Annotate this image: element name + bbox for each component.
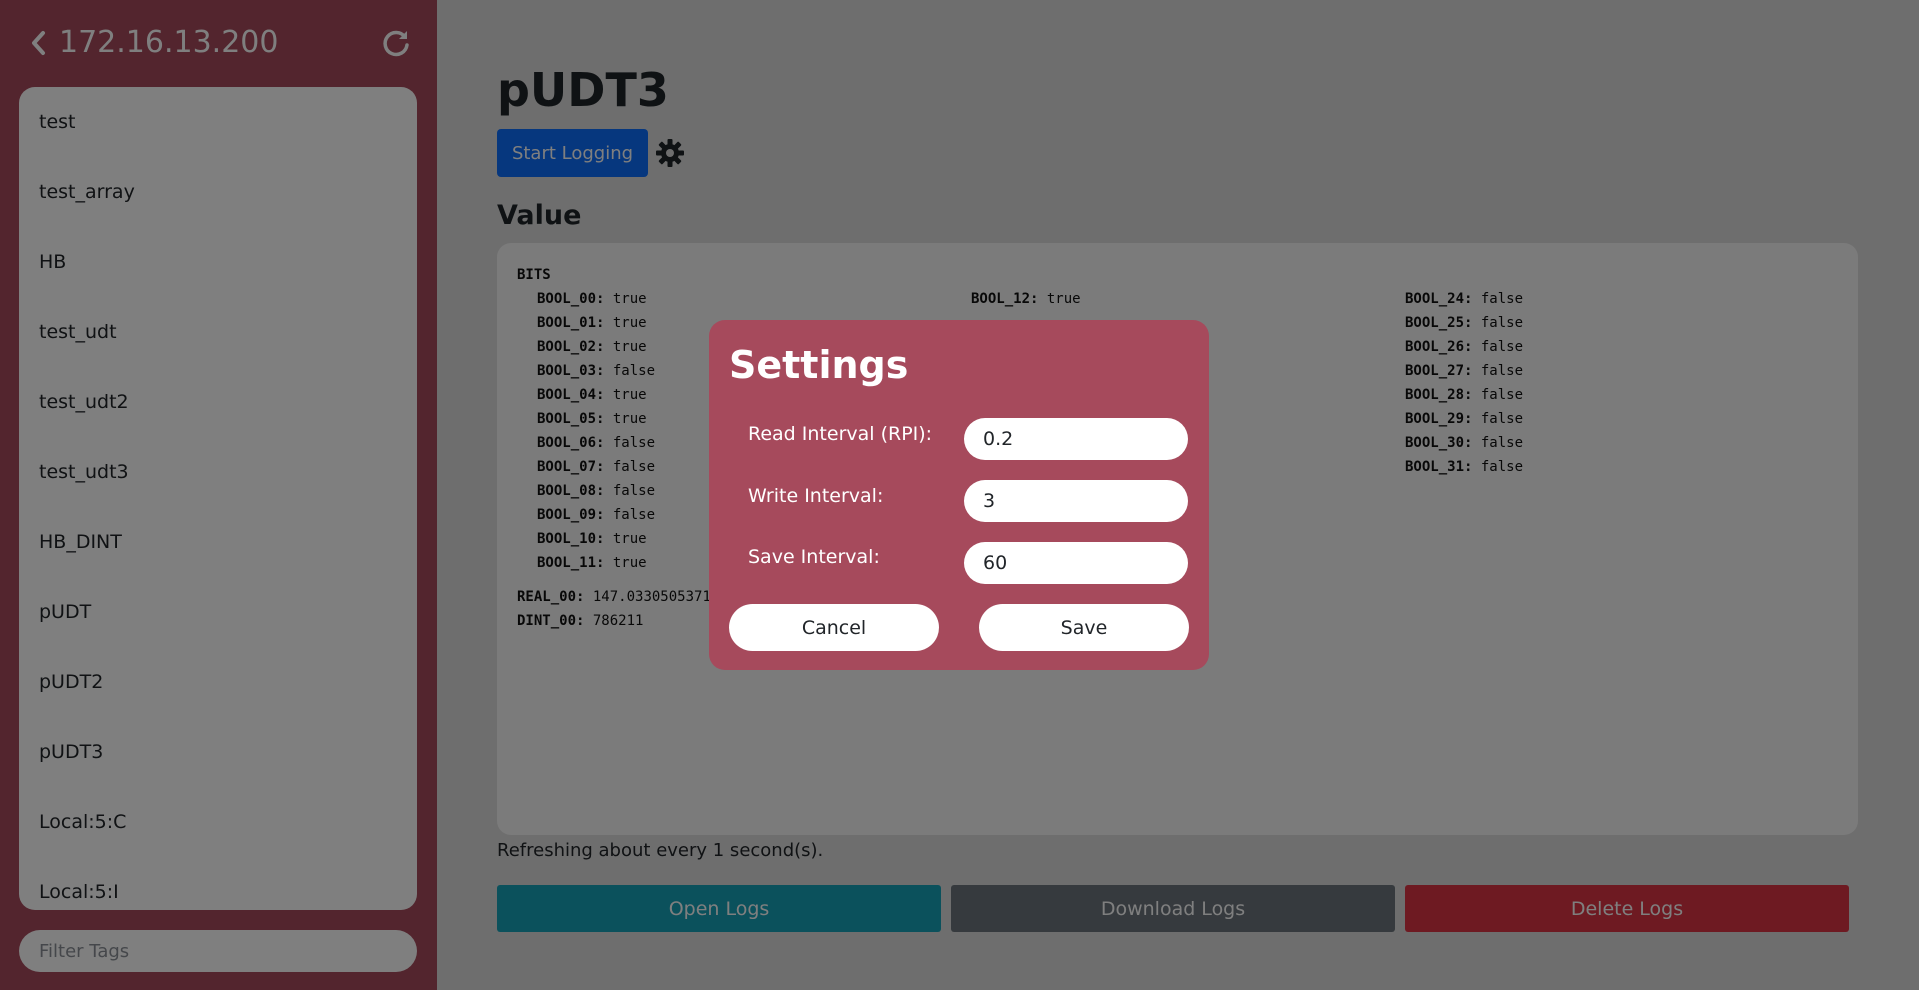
save-interval-label: Save Interval: xyxy=(748,546,880,568)
read-interval-label: Read Interval (RPI): xyxy=(748,423,933,445)
save-interval-input[interactable] xyxy=(964,542,1188,584)
read-interval-input[interactable] xyxy=(964,418,1188,460)
write-interval-input[interactable] xyxy=(964,480,1188,522)
cancel-button[interactable]: Cancel xyxy=(729,604,939,651)
save-button[interactable]: Save xyxy=(979,604,1189,651)
settings-modal: Settings Read Interval (RPI): Write Inte… xyxy=(709,320,1209,670)
modal-title: Settings xyxy=(729,343,909,387)
write-interval-label: Write Interval: xyxy=(748,485,884,507)
